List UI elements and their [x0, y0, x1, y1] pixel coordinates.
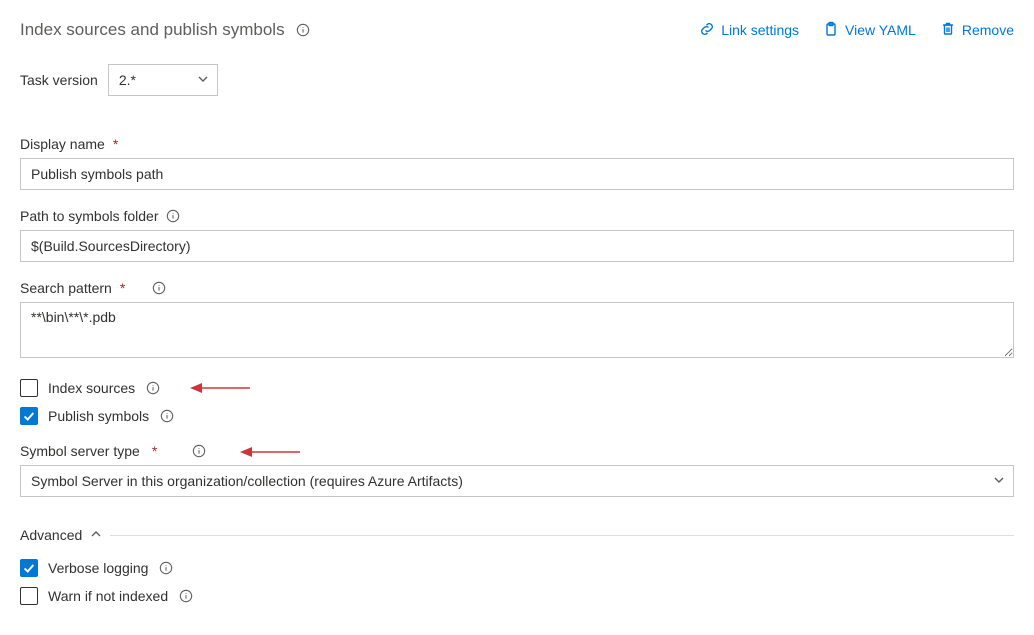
- symbol-server-type-select[interactable]: Symbol Server in this organization/colle…: [20, 465, 1014, 497]
- verbose-logging-checkbox[interactable]: [20, 559, 38, 577]
- warn-if-not-indexed-label: Warn if not indexed: [48, 588, 168, 604]
- path-symbols-input[interactable]: [20, 230, 1014, 262]
- advanced-label: Advanced: [20, 527, 82, 543]
- link-settings-link[interactable]: Link settings: [699, 21, 799, 40]
- annotation-arrow: [240, 443, 300, 461]
- info-icon[interactable]: [159, 408, 175, 424]
- chevron-down-icon: [197, 72, 209, 88]
- required-mark: *: [113, 136, 118, 152]
- chevron-up-icon: [90, 527, 102, 543]
- trash-icon: [940, 21, 956, 40]
- search-pattern-input[interactable]: [20, 302, 1014, 358]
- task-version-value: 2.*: [119, 72, 136, 88]
- link-icon: [699, 21, 715, 40]
- index-sources-checkbox[interactable]: [20, 379, 38, 397]
- info-icon[interactable]: [145, 380, 161, 396]
- symbol-server-type-label: Symbol server type: [20, 443, 140, 459]
- required-mark: *: [120, 280, 125, 296]
- remove-label: Remove: [962, 22, 1014, 38]
- annotation-arrow: [190, 379, 250, 397]
- view-yaml-label: View YAML: [845, 22, 916, 38]
- path-symbols-label: Path to symbols folder: [20, 208, 159, 224]
- info-icon[interactable]: [165, 208, 181, 224]
- info-icon[interactable]: [295, 22, 311, 38]
- chevron-down-icon: [993, 473, 1005, 489]
- search-pattern-label: Search pattern: [20, 280, 112, 296]
- task-version-label: Task version: [20, 72, 98, 88]
- display-name-input[interactable]: [20, 158, 1014, 190]
- advanced-section-header[interactable]: Advanced: [20, 527, 1014, 543]
- remove-link[interactable]: Remove: [940, 21, 1014, 40]
- index-sources-label: Index sources: [48, 380, 135, 396]
- display-name-label: Display name: [20, 136, 105, 152]
- info-icon[interactable]: [158, 560, 174, 576]
- info-icon[interactable]: [151, 280, 167, 296]
- verbose-logging-label: Verbose logging: [48, 560, 148, 576]
- warn-if-not-indexed-checkbox[interactable]: [20, 587, 38, 605]
- publish-symbols-label: Publish symbols: [48, 408, 149, 424]
- info-icon[interactable]: [191, 443, 207, 459]
- task-version-select[interactable]: 2.*: [108, 64, 218, 96]
- divider: [110, 535, 1014, 536]
- link-settings-label: Link settings: [721, 22, 799, 38]
- info-icon[interactable]: [178, 588, 194, 604]
- required-mark: *: [152, 443, 157, 459]
- symbol-server-type-value: Symbol Server in this organization/colle…: [31, 473, 463, 489]
- publish-symbols-checkbox[interactable]: [20, 407, 38, 425]
- clipboard-icon: [823, 21, 839, 40]
- page-title: Index sources and publish symbols: [20, 20, 285, 40]
- view-yaml-link[interactable]: View YAML: [823, 21, 916, 40]
